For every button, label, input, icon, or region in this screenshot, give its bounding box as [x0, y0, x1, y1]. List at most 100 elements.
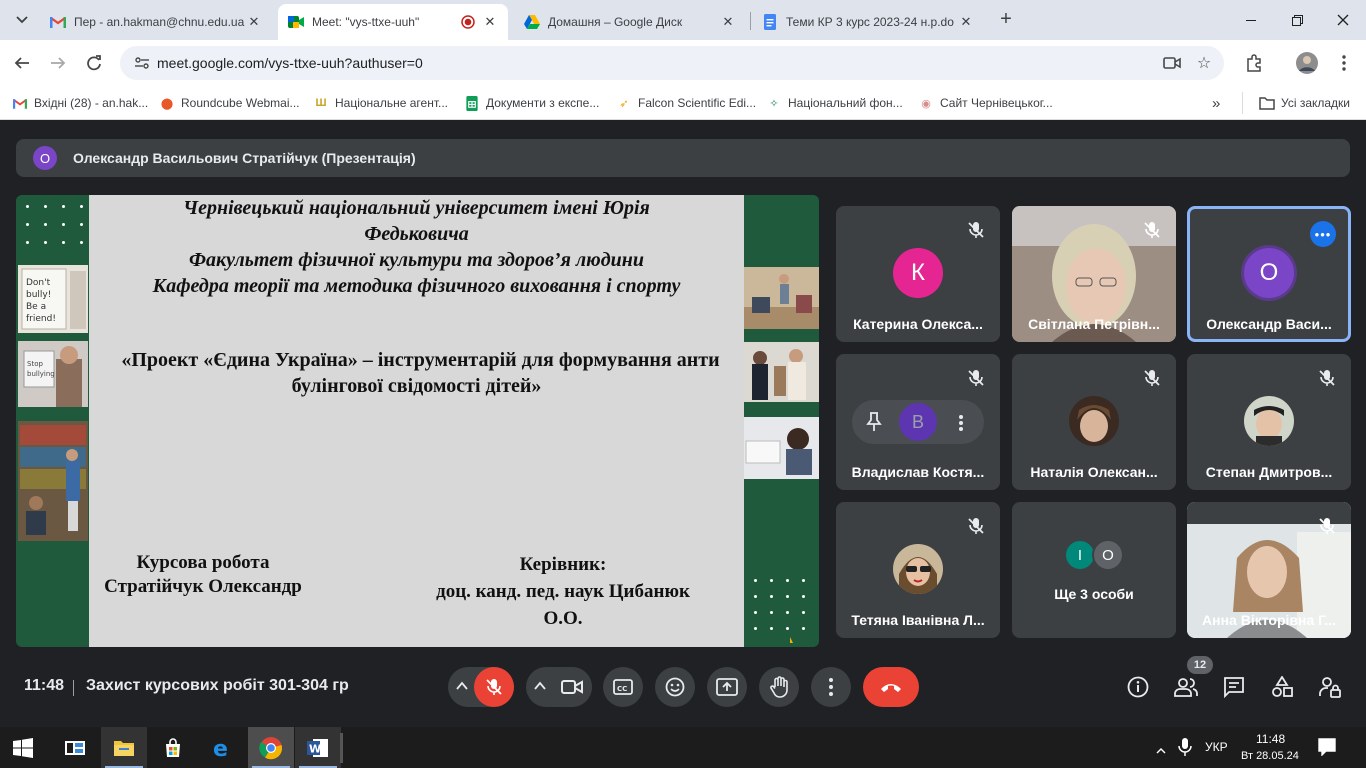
slide-photo-laptop [742, 417, 819, 479]
emoji-icon [665, 677, 685, 697]
more-options-icon[interactable] [958, 414, 964, 432]
close-tab-icon[interactable]: ✕ [482, 14, 498, 30]
presentation-banner: О Олександр Васильович Стратійчук (Презе… [16, 139, 1350, 177]
slide-header-line: Факультет фізичної культури та здоров’я … [188, 249, 645, 271]
participant-tile[interactable]: І О Ще 3 особи [1012, 502, 1176, 638]
slide-dots-decoration [752, 575, 812, 641]
chat-button[interactable] [1219, 672, 1249, 702]
close-tab-icon[interactable]: ✕ [958, 14, 974, 30]
camera-permission-icon[interactable] [1162, 53, 1182, 73]
participant-tile[interactable]: К Катерина Олекса... [836, 206, 1000, 342]
close-tab-icon[interactable]: ✕ [246, 14, 262, 30]
meeting-details-button[interactable] [1123, 672, 1153, 702]
participant-tile[interactable]: Анна Вікторівна Г... [1187, 502, 1351, 638]
chrome-taskbar-icon[interactable] [248, 727, 294, 768]
leave-call-button[interactable] [863, 667, 919, 707]
more-options-icon[interactable]: ••• [1310, 221, 1336, 247]
participant-tile[interactable]: Світлана Петрівн... [1012, 206, 1176, 342]
bookmark-label: Національне агент... [335, 96, 448, 110]
svg-text:Don't: Don't [26, 278, 51, 288]
tab-search-icon[interactable] [10, 8, 34, 32]
reload-button[interactable] [80, 49, 108, 77]
participant-tile[interactable]: Наталія Олексан... [1012, 354, 1176, 490]
microphone-control[interactable] [448, 667, 514, 707]
participant-tile[interactable]: ••• О Олександр Васи... [1187, 206, 1351, 342]
bookmark-item[interactable]: ➶ Falcon Scientific Edi... [616, 92, 756, 114]
activities-button[interactable] [1267, 672, 1297, 702]
tab-drive[interactable]: Домашня – Google Диск ✕ [514, 4, 746, 40]
back-button[interactable] [8, 49, 36, 77]
svg-text:W: W [309, 742, 321, 755]
present-button[interactable] [707, 667, 747, 707]
shapes-icon [1272, 676, 1293, 697]
forward-button[interactable] [44, 49, 72, 77]
microphone-tray-icon[interactable] [1178, 737, 1192, 762]
camera-button[interactable] [552, 667, 592, 707]
tray-expand-icon[interactable] [1156, 742, 1166, 760]
restore-icon[interactable] [1274, 0, 1320, 40]
more-vert-icon [829, 678, 833, 696]
raise-hand-button[interactable] [759, 667, 799, 707]
mic-off-button[interactable] [474, 667, 514, 707]
address-bar[interactable]: meet.google.com/vys-ttxe-uuh?authuser=0 … [120, 46, 1224, 80]
windows-start-icon[interactable] [0, 727, 46, 768]
participant-tile[interactable]: Степан Дмитров... [1187, 354, 1351, 490]
all-bookmarks-button[interactable]: Усі закладки [1242, 92, 1350, 114]
host-controls-button[interactable] [1315, 672, 1345, 702]
site-info-icon[interactable] [134, 55, 150, 71]
keyboard-language[interactable]: УКР [1205, 740, 1228, 754]
people-button[interactable] [1171, 672, 1201, 702]
word-icon[interactable]: W [295, 727, 341, 768]
new-tab-button[interactable]: + [994, 8, 1018, 32]
bookmark-item[interactable]: Документи з експе... [464, 92, 599, 114]
reactions-button[interactable] [655, 667, 695, 707]
close-tab-icon[interactable]: ✕ [720, 14, 736, 30]
file-explorer-icon[interactable] [101, 727, 147, 768]
camera-control[interactable] [526, 667, 592, 707]
tab-docs[interactable]: Теми КР 3 курс 2023-24 н.р.do ✕ [752, 4, 984, 40]
store-icon[interactable] [150, 727, 196, 768]
mic-off-icon [1319, 370, 1335, 386]
fund-icon: ✧ [769, 97, 779, 110]
mic-off-icon [1144, 222, 1160, 238]
chrome-menu-icon[interactable] [1331, 50, 1357, 76]
bookmark-item[interactable]: Ш Національне агент... [313, 92, 448, 114]
mic-off-icon [486, 679, 502, 695]
notification-center-icon[interactable] [1318, 738, 1336, 761]
closed-captions-icon: CC [613, 679, 633, 695]
bookmark-item[interactable]: ✧ Національний фон... [766, 92, 902, 114]
pin-icon[interactable] [866, 412, 882, 432]
tab-gmail[interactable]: Пер - an.hakman@chnu.edu.ua ✕ [40, 4, 272, 40]
chevron-up-icon[interactable] [456, 681, 468, 691]
presentation-slide: Don't bully! Be a friend! Stop bullying Черн… [16, 195, 819, 647]
captions-button[interactable]: CC [603, 667, 643, 707]
slide-title-line: булінгової свідомості дітей» [291, 375, 542, 397]
slide-photo-dont-bully: Don't bully! Be a friend! [18, 265, 88, 333]
tab-meet[interactable]: Meet: "vys-ttxe-uuh" ✕ [278, 4, 508, 40]
bookmark-item[interactable]: ⬤ Roundcube Webmai... [159, 92, 300, 114]
extensions-icon[interactable] [1241, 50, 1267, 76]
system-date[interactable]: Вт 28.05.24 [1241, 750, 1299, 762]
slide-title-line: «Проект «Єдина Україна» – інструментарій… [121, 349, 720, 371]
edge-icon[interactable]: e [199, 727, 245, 768]
slide-title: «Проект «Єдина Україна» – інструментарій… [89, 347, 744, 399]
task-view-icon[interactable] [52, 727, 98, 768]
more-options-button[interactable] [811, 667, 851, 707]
lock-person-icon [1319, 677, 1341, 698]
more-bookmarks-icon[interactable]: » [1212, 92, 1220, 114]
docs-icon [762, 14, 778, 30]
profile-avatar[interactable] [1294, 50, 1320, 76]
participant-name: Світлана Петрівн... [1028, 316, 1160, 332]
meet-main: О Олександр Васильович Стратійчук (Презе… [0, 121, 1366, 725]
minimize-icon[interactable] [1228, 0, 1274, 40]
bookmark-star-icon[interactable]: ☆ [1194, 53, 1214, 73]
mic-off-icon [968, 370, 984, 386]
system-time[interactable]: 11:48 [1256, 732, 1285, 746]
close-window-icon[interactable] [1320, 0, 1366, 40]
chevron-up-icon[interactable] [534, 681, 546, 691]
participant-tile[interactable]: Тетяна Іванівна Л... [836, 502, 1000, 638]
bookmark-item[interactable]: ◉ Сайт Чернівецьког... [918, 92, 1052, 114]
bookmark-item[interactable]: Вхідні (28) - an.hak... [12, 92, 148, 114]
participant-name: Владислав Костя... [851, 464, 985, 480]
participant-tile[interactable]: В Владислав Костя... [836, 354, 1000, 490]
